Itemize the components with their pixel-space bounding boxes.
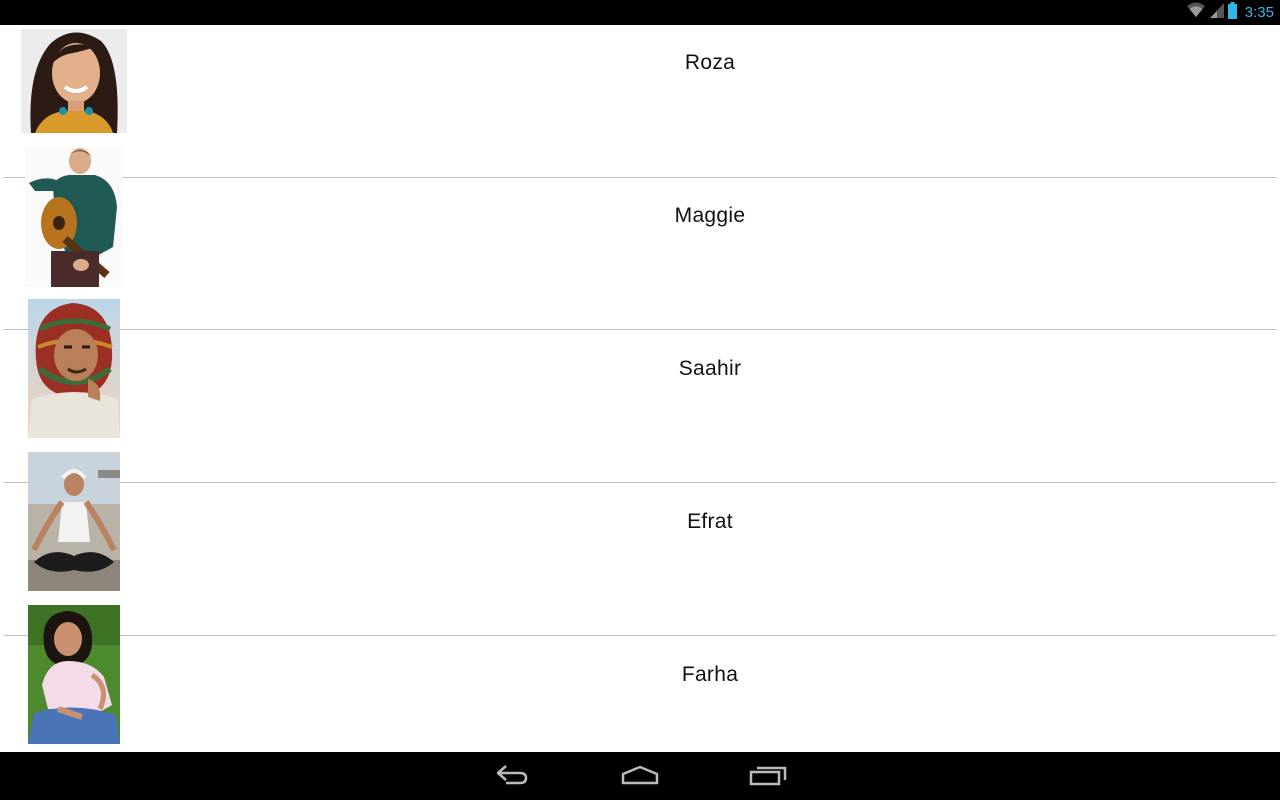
list-item[interactable]: Efrat xyxy=(0,446,1280,636)
avatar xyxy=(28,605,120,744)
contact-name: Saahir xyxy=(678,357,742,380)
recent-apps-icon xyxy=(749,764,787,791)
back-icon xyxy=(494,764,530,791)
signal-icon xyxy=(1209,2,1224,23)
avatar xyxy=(28,452,120,591)
contact-list[interactable]: Roza Maggie Saahir Efrat Farha xyxy=(0,25,1280,752)
wifi-icon xyxy=(1186,2,1206,23)
battery-icon xyxy=(1227,1,1237,24)
avatar xyxy=(28,299,120,438)
back-button[interactable] xyxy=(480,760,544,794)
contact-name: Efrat xyxy=(687,510,733,533)
navigation-bar xyxy=(0,752,1280,800)
status-icons: 3:35 xyxy=(1186,0,1274,25)
recent-apps-button[interactable] xyxy=(736,760,800,794)
list-item[interactable]: Maggie xyxy=(0,140,1280,330)
avatar xyxy=(21,29,127,133)
status-bar: 3:35 xyxy=(0,0,1280,25)
contact-name: Maggie xyxy=(674,204,746,227)
contact-name: Farha xyxy=(681,663,739,686)
avatar xyxy=(25,147,123,287)
contact-name: Roza xyxy=(684,51,736,74)
list-item[interactable]: Farha xyxy=(0,599,1280,752)
home-button[interactable] xyxy=(608,760,672,794)
home-icon xyxy=(620,764,660,791)
status-time: 3:35 xyxy=(1244,4,1274,21)
list-item[interactable]: Saahir xyxy=(0,293,1280,483)
